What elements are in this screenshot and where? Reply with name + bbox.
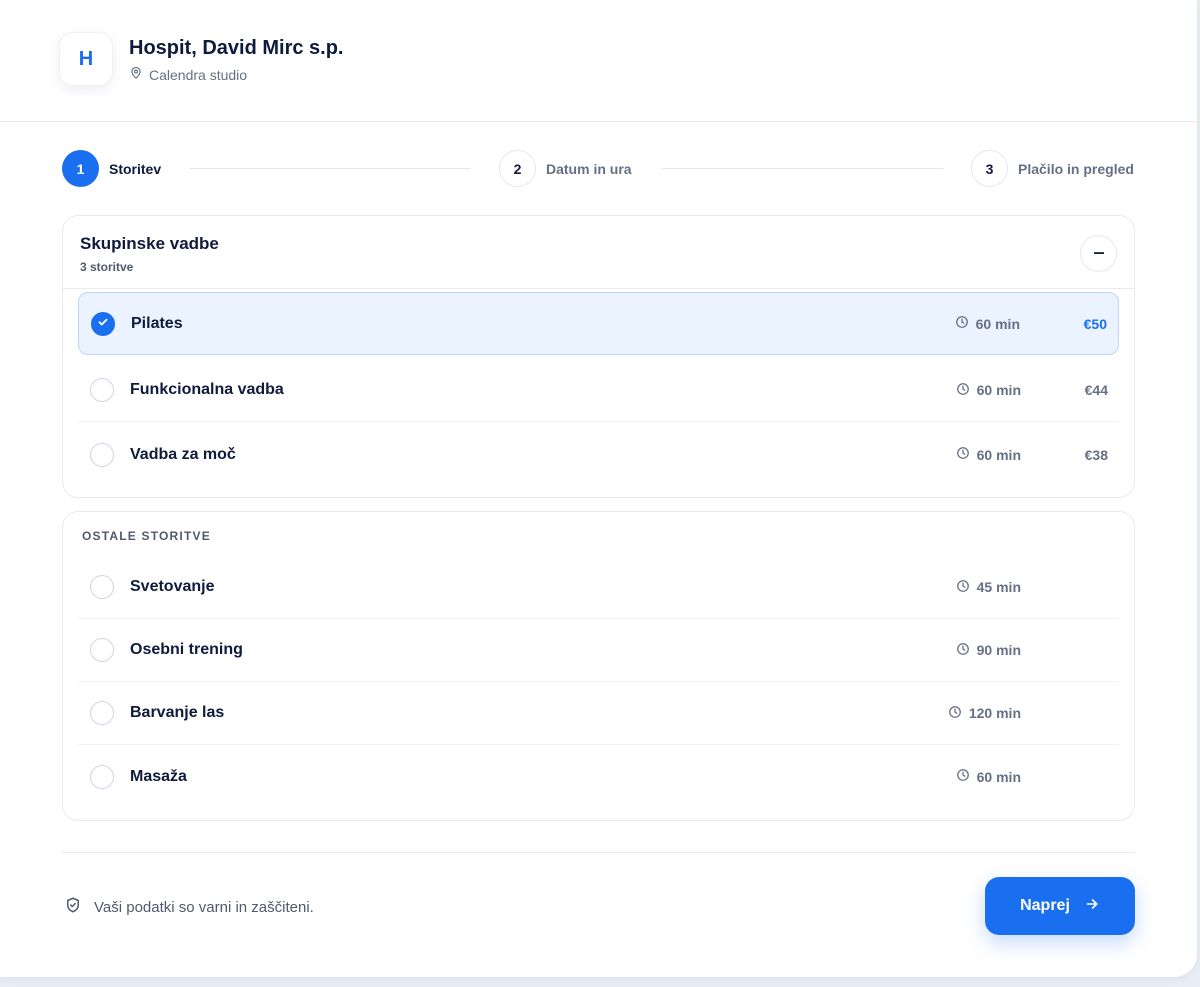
- service-name: Pilates: [131, 314, 183, 332]
- step-label: Datum in ura: [546, 160, 632, 177]
- clock-icon: [956, 446, 970, 463]
- service-name: Vadba za moč: [130, 445, 236, 463]
- service-option-personal-training[interactable]: Osebni trening 90 min: [78, 619, 1119, 682]
- security-note: Vaši podatki so varni in zaščiteni.: [64, 896, 314, 918]
- duration-text: 90 min: [976, 642, 1021, 658]
- service-duration: 60 min: [955, 315, 1020, 332]
- service-option-functional[interactable]: Funkcionalna vadba 60 min €44: [78, 359, 1119, 422]
- step-number: 1: [62, 150, 99, 187]
- next-label: Naprej: [1020, 897, 1070, 914]
- clock-icon: [948, 705, 962, 722]
- service-name: Funkcionalna vadba: [130, 381, 284, 398]
- duration-text: 60 min: [975, 315, 1020, 332]
- duration-text: 60 min: [976, 446, 1021, 463]
- step-connector: [662, 168, 943, 169]
- service-price: €38: [1084, 446, 1108, 463]
- radio-unchecked[interactable]: [90, 701, 114, 725]
- duration-text: 45 min: [976, 579, 1021, 595]
- group-title: Skupinske vadbe: [80, 234, 219, 253]
- duration-text: 60 min: [976, 768, 1021, 785]
- clock-icon: [956, 382, 970, 399]
- radio-unchecked[interactable]: [90, 638, 114, 662]
- duration-text: 60 min: [976, 382, 1021, 398]
- location-pin-icon: [129, 66, 143, 83]
- service-name: Masaža: [130, 767, 187, 785]
- step-date-time[interactable]: 2 Datum in ura: [499, 150, 632, 187]
- step-number: 2: [499, 150, 536, 187]
- service-name: Barvanje las: [130, 704, 225, 721]
- step-payment-review[interactable]: 3 Plačilo in pregled: [971, 150, 1134, 187]
- service-duration: 120 min: [948, 705, 1021, 722]
- service-duration: 60 min: [956, 446, 1021, 463]
- service-group-other: OSTALE STORITVE Svetovanje 45 min Osebni…: [62, 511, 1135, 821]
- business-header: H Hospit, David Mirc s.p. Calendra studi…: [0, 0, 1197, 122]
- business-location: Calendra studio: [129, 66, 247, 83]
- booking-stepper: 1 Storitev 2 Datum in ura 3 Plačilo in p…: [62, 150, 1134, 188]
- service-price: €50: [1083, 315, 1107, 332]
- step-label: Plačilo in pregled: [1018, 160, 1134, 177]
- clock-icon: [956, 642, 970, 659]
- business-logo: H: [59, 32, 113, 86]
- radio-unchecked[interactable]: [90, 764, 114, 789]
- location-text: Calendra studio: [149, 66, 248, 83]
- service-name: Svetovanje: [130, 578, 215, 595]
- service-option-consulting[interactable]: Svetovanje 45 min: [78, 556, 1119, 619]
- step-connector: [189, 168, 470, 169]
- step-label: Storitev: [109, 160, 162, 177]
- minus-icon: [1093, 243, 1105, 264]
- radio-unchecked[interactable]: [90, 575, 114, 599]
- arrow-right-icon: [1084, 896, 1100, 917]
- group-count: 3 storitve: [80, 260, 134, 274]
- footer-divider: [62, 852, 1135, 853]
- step-number: 3: [971, 150, 1008, 187]
- group-header[interactable]: Skupinske vadbe 3 storitve: [63, 216, 1134, 289]
- service-price: €44: [1084, 382, 1108, 398]
- radio-unchecked[interactable]: [90, 378, 114, 402]
- clock-icon: [956, 768, 970, 785]
- service-duration: 60 min: [956, 382, 1021, 399]
- step-service[interactable]: 1 Storitev: [62, 150, 161, 187]
- service-name: Osebni trening: [130, 641, 243, 658]
- security-text: Vaši podatki so varni in zaščiteni.: [94, 898, 314, 916]
- clock-icon: [956, 579, 970, 596]
- duration-text: 120 min: [968, 705, 1021, 721]
- service-duration: 90 min: [956, 642, 1021, 659]
- shield-check-icon: [64, 896, 82, 918]
- radio-unchecked[interactable]: [90, 442, 114, 467]
- radio-checked[interactable]: [91, 311, 115, 336]
- clock-icon: [955, 315, 969, 332]
- section-label: OSTALE STORITVE: [82, 529, 211, 543]
- service-option-hair-coloring[interactable]: Barvanje las 120 min: [78, 682, 1119, 745]
- booking-card: H Hospit, David Mirc s.p. Calendra studi…: [0, 0, 1198, 978]
- business-name: Hospit, David Mirc s.p.: [129, 37, 344, 59]
- service-option-pilates[interactable]: Pilates 60 min €50: [78, 292, 1119, 355]
- service-duration: 60 min: [956, 768, 1021, 785]
- check-icon: [97, 315, 109, 333]
- service-option-strength[interactable]: Vadba za moč 60 min €38: [78, 423, 1119, 486]
- collapse-button[interactable]: [1080, 235, 1117, 272]
- service-option-massage[interactable]: Masaža 60 min: [78, 745, 1119, 808]
- next-button[interactable]: Naprej: [985, 877, 1135, 935]
- service-duration: 45 min: [956, 579, 1021, 596]
- service-group-group-workouts: Skupinske vadbe 3 storitve Pilates 60 mi…: [62, 215, 1135, 498]
